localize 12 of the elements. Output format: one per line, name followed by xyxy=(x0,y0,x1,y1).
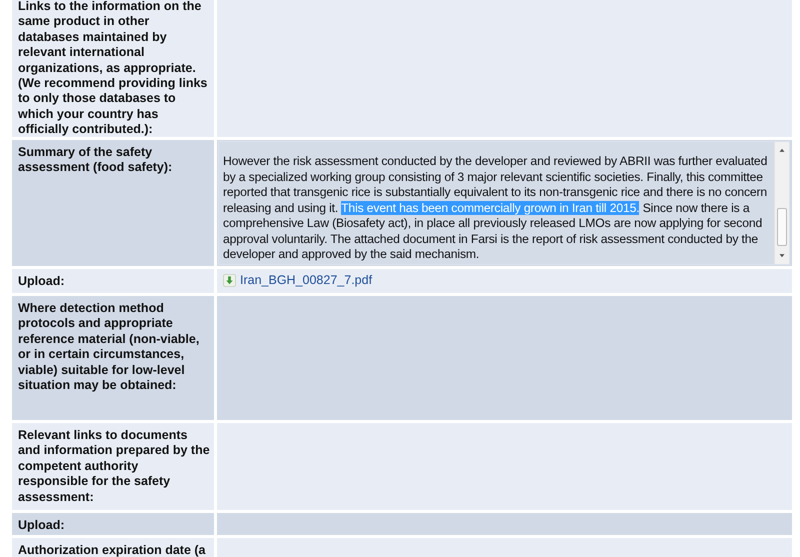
file-link[interactable]: Iran_BGH_00827_7.pdf xyxy=(240,273,372,287)
scrollbar-thumb[interactable] xyxy=(777,208,787,246)
field-label: Upload: xyxy=(12,513,214,535)
download-icon xyxy=(223,274,236,286)
field-label: Upload: xyxy=(12,269,214,293)
field-label: Relevant links to documents and information prepared by the competent authority responsible for the safety assessment: xyxy=(12,423,214,510)
field-label: Summary of the safety assessment (food safety): xyxy=(12,140,214,266)
scrollbar[interactable] xyxy=(774,142,789,264)
summary-text: However the risk assessment conducted by the developer and reviewed by ABRII was further evaluated by a specialized working group consisting of 3 major relevant scientific societies. Finally, this committee reported that transgenic rice is substantially equivalent to its non-transgenic rice and there is no concern releasing and using it. This event has been commercially grown in Iran till 2015. Since now there is a comprehensive Law (Biosafety act), in place all previously released LMOs are now applying for second approval voluntarily. The attached document in Farsi is the report of risk assessment conducted by the developer and approved by the said mechanism. xyxy=(223,154,768,262)
field-label: Where detection method protocols and appropriate reference material (non-viable, or in certain circumstances, viable) suitable for low-level situation may be obtained: xyxy=(12,296,214,420)
field-label: Links to the information on the same product in other databases maintained by relevant international organizations, as appropriate. (We recommend providing links to only those databases to which your country has officially contributed.): xyxy=(12,0,214,137)
field-label: Authorization expiration date (a xyxy=(12,538,214,557)
